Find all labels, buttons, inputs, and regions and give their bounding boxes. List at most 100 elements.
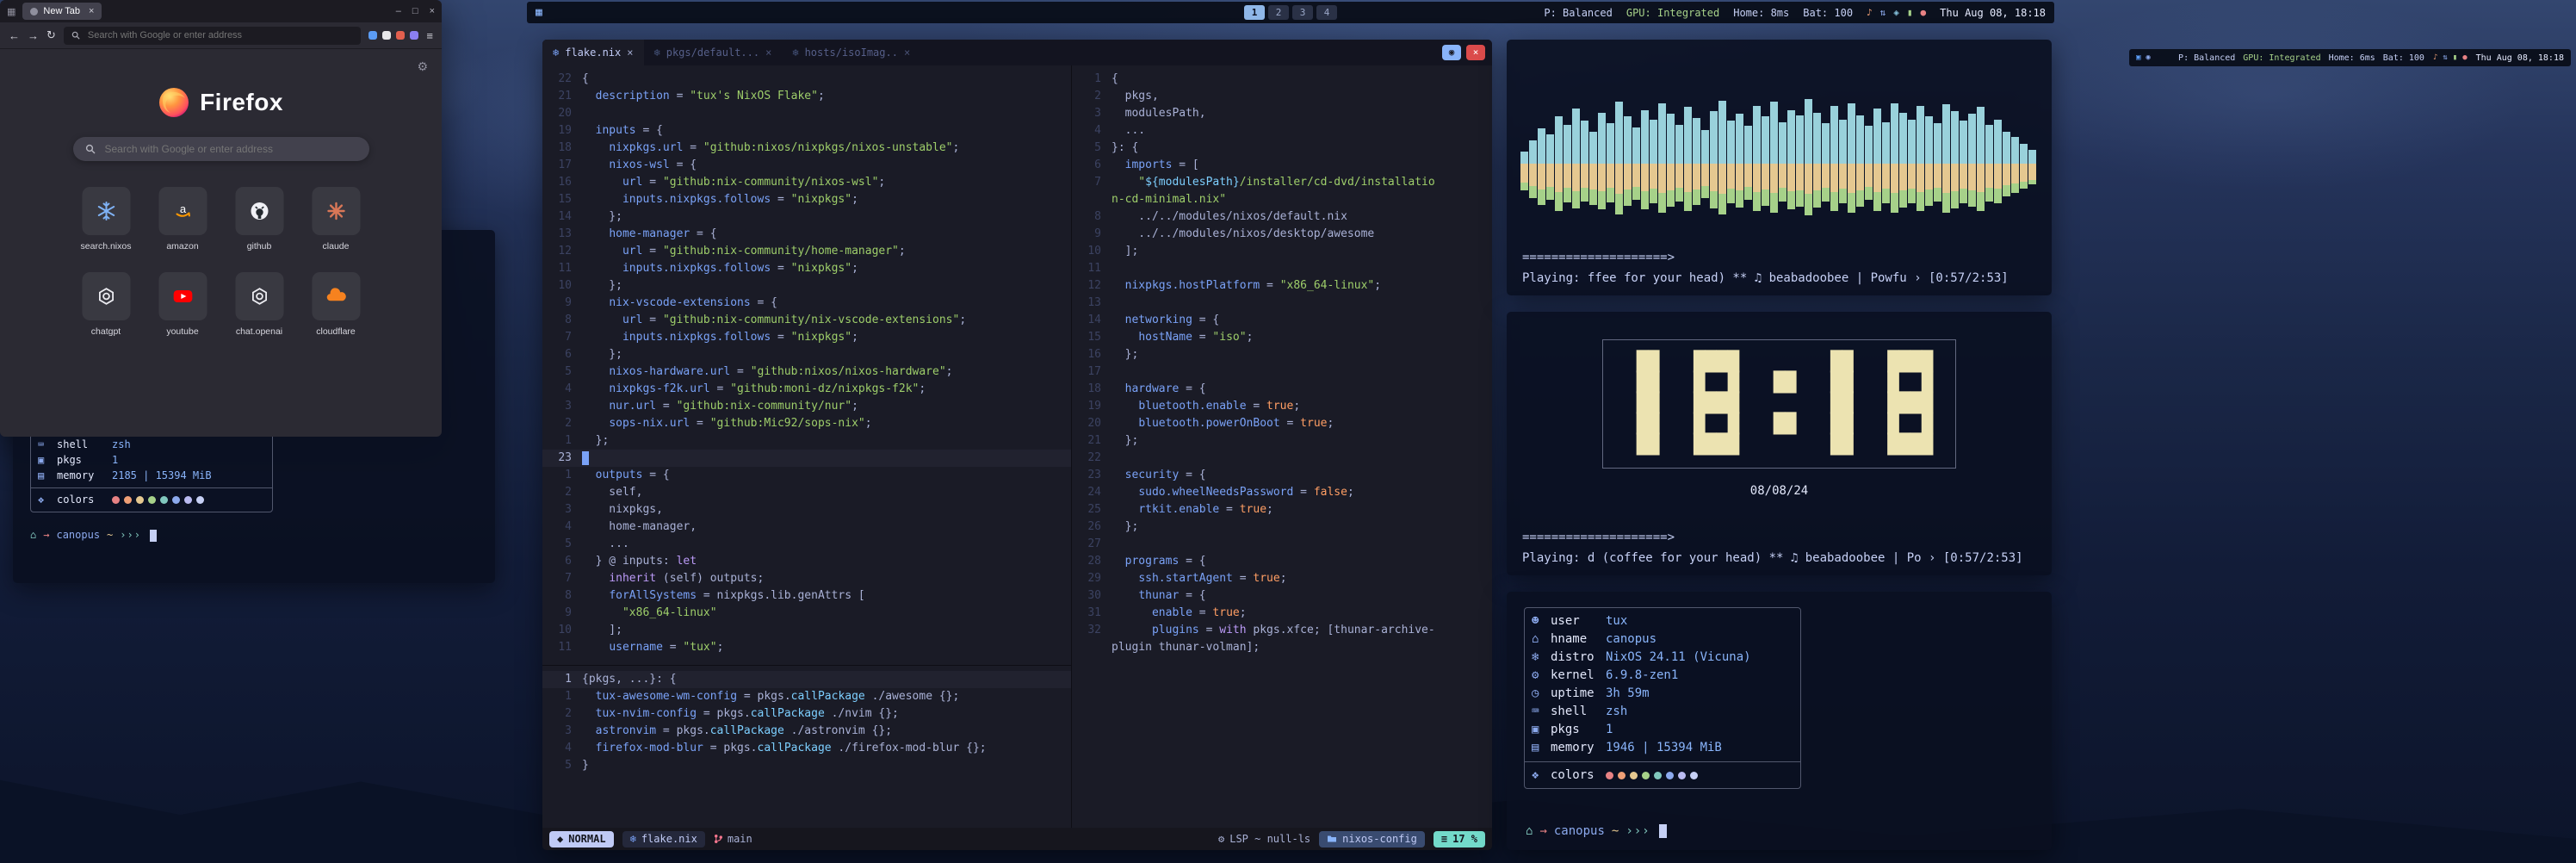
cava-bottom: [1538, 189, 1545, 205]
line-number: 22: [1072, 450, 1112, 467]
tag-2[interactable]: 2: [1268, 5, 1289, 20]
code-line: 23: [542, 450, 1071, 467]
code-line: 2 tux-nvim-config = pkgs.callPackage ./n…: [542, 705, 1071, 723]
code-text: security = {: [1112, 467, 1206, 484]
cava-top: [2028, 150, 2036, 164]
shortcut-tile-amazon[interactable]: aamazon: [148, 187, 217, 251]
code-line: 4 nixpkgs-f2k.url = "github:moni-dz/nixp…: [542, 381, 1071, 398]
neovim-window[interactable]: ❄flake.nix×❄pkgs/default...×❄hosts/isoIm…: [542, 40, 1492, 850]
editor-tab-flake.nix[interactable]: ❄flake.nix×: [542, 40, 644, 65]
extension-icon[interactable]: [382, 31, 391, 40]
url-bar[interactable]: [64, 27, 362, 45]
notification-icon[interactable]: ●: [1921, 7, 1927, 18]
shell-prompt[interactable]: ⌂ → canopus ~ ›››: [1526, 823, 1667, 840]
editor-tab-pkgs/default...[interactable]: ❄pkgs/default...×: [644, 40, 783, 65]
code-text: url = "github:nix-community/nix-vscode-e…: [582, 312, 966, 329]
code-line: 3 nur.url = "github:nix-community/nur";: [542, 398, 1071, 415]
cava-bar: [1830, 50, 1838, 242]
cava-bar: [1813, 50, 1821, 242]
extension-icon[interactable]: [396, 31, 405, 40]
tag-4[interactable]: 4: [1316, 5, 1337, 20]
cava-bar: [1555, 50, 1563, 242]
shell-icon: ⌨: [1532, 703, 1551, 721]
cava-top: [1873, 109, 1881, 164]
newtab-search-input[interactable]: [103, 142, 357, 156]
menu-icon[interactable]: ≡: [426, 29, 433, 42]
personalize-gear-icon[interactable]: ⚙: [417, 59, 428, 74]
tab-close-icon[interactable]: ×: [89, 6, 94, 16]
shortcut-tile-chat.openai[interactable]: chat.openai: [225, 272, 294, 337]
volume-icon[interactable]: ♪: [2433, 53, 2437, 62]
memory-icon: ▤: [38, 468, 57, 483]
clock-frame: ██ ████ ██ ████ ██ █ █ ██ ██ █ █ ██ ████…: [1602, 339, 1957, 469]
close-button[interactable]: ×: [1466, 45, 1485, 60]
shortcut-tile-youtube[interactable]: youtube: [148, 272, 217, 337]
tab-close-icon[interactable]: ×: [765, 44, 771, 61]
applet-icon[interactable]: ◉: [2146, 53, 2150, 62]
shortcut-tile-github[interactable]: github: [225, 187, 294, 251]
iso-default-pane[interactable]: 1{2 pkgs,3 modulesPath,4 ...5}: {6 impor…: [1072, 65, 1492, 656]
tab-new-tab[interactable]: New Tab ×: [22, 3, 102, 20]
extension-icon[interactable]: [368, 31, 377, 40]
cava-bottom: [1555, 192, 1563, 211]
shortcut-tile-chatgpt[interactable]: chatgpt: [71, 272, 140, 337]
battery-icon[interactable]: ▮: [1907, 7, 1913, 18]
terminal-cursor: [150, 530, 157, 542]
cava-bottom: [1934, 188, 1941, 202]
notification-icon[interactable]: ●: [2462, 53, 2467, 62]
editor-tab-hosts/isoImag..[interactable]: ❄hosts/isoImag..×: [782, 40, 920, 65]
url-input[interactable]: [86, 29, 354, 41]
fetch-window: ☻usertux⌂hnamecanopus❄distroNixOS 24.11 …: [1507, 592, 2052, 850]
cava-bar: [1865, 50, 1873, 242]
uptime-icon: ◷: [1532, 685, 1551, 703]
panel-toggle-button[interactable]: ◉: [1442, 45, 1461, 60]
applet-icon[interactable]: ▣: [2136, 53, 2140, 62]
line-number: 2: [542, 484, 582, 501]
cava-bar: [1615, 50, 1623, 242]
bluetooth-icon[interactable]: ◈: [1893, 7, 1899, 18]
shortcut-tile-search.nixos[interactable]: search.nixos: [71, 187, 140, 251]
tab-close-icon[interactable]: ×: [904, 44, 910, 61]
new-tab-page: ⚙ Firefox search.nixos: [0, 49, 442, 437]
cava-bar: [1667, 50, 1675, 242]
cava-bottom: [1977, 192, 1985, 211]
cava-mid: [1727, 164, 1735, 189]
forward-button[interactable]: →: [28, 29, 39, 42]
cava-mid: [1555, 164, 1563, 192]
reload-button[interactable]: ↻: [46, 28, 56, 42]
cava-mid: [1520, 164, 1528, 183]
shortcut-tile-claude[interactable]: claude: [301, 187, 370, 251]
shell-prompt[interactable]: ⌂ → canopus ~ ›››: [30, 528, 478, 543]
firefox-window[interactable]: ▦ New Tab × – □ × ← → ↻ ≡ ⚙: [0, 0, 442, 437]
flake-nix-pane[interactable]: 22{21 description = "tux's NixOS Flake";…: [542, 65, 1071, 665]
shortcut-tile-cloudflare[interactable]: cloudflare: [301, 272, 370, 337]
minimize-button[interactable]: –: [396, 6, 401, 16]
code-line: 28 programs = {: [1072, 553, 1492, 570]
cava-bottom: [1632, 187, 1640, 200]
palette-dot: [184, 496, 192, 504]
network-icon[interactable]: ⇅: [1880, 7, 1886, 18]
cava-mid: [1848, 164, 1855, 193]
nix-file-icon: ❄: [792, 44, 798, 61]
cava-top: [2020, 144, 2028, 164]
volume-icon[interactable]: ♪: [1867, 7, 1873, 18]
close-button[interactable]: ×: [430, 6, 435, 16]
code-line: 3 astronvim = pkgs.callPackage ./astronv…: [542, 723, 1071, 740]
launcher-icon[interactable]: ▦: [536, 6, 542, 19]
code-line: 2 sops-nix.url = "github:Mic92/sops-nix"…: [542, 415, 1071, 432]
battery-icon[interactable]: ▮: [2453, 53, 2457, 62]
newtab-search-bar[interactable]: [73, 137, 369, 161]
tag-1[interactable]: 1: [1244, 5, 1265, 20]
code-line: 7 inputs.nixpkgs.follows = "nixpkgs";: [542, 329, 1071, 346]
extension-icon[interactable]: [410, 31, 418, 40]
tag-3[interactable]: 3: [1292, 5, 1313, 20]
line-number: 9: [542, 605, 582, 622]
tab-close-icon[interactable]: ×: [627, 44, 633, 61]
firefox-view-icon[interactable]: ▦: [7, 6, 15, 17]
back-button[interactable]: ←: [9, 29, 20, 42]
code-line: 11: [1072, 260, 1492, 277]
network-icon[interactable]: ⇅: [2443, 53, 2447, 62]
maximize-button[interactable]: □: [412, 6, 418, 16]
pkgs-default-pane[interactable]: 1{pkgs, ...}: {1 tux-awesome-wm-config =…: [542, 666, 1071, 828]
cava-top: [1770, 102, 1778, 164]
